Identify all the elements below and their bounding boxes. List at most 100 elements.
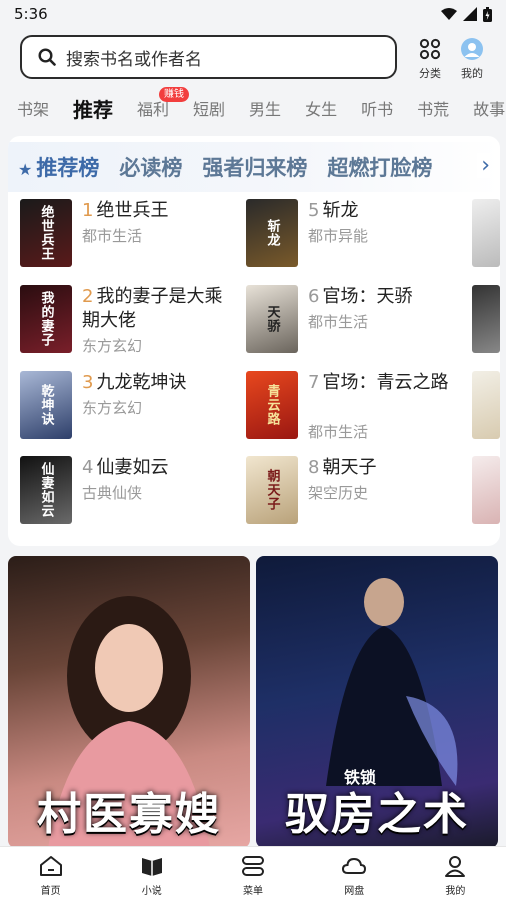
featured-book-1[interactable]: 村医寡嫂 [8,556,250,848]
status-icons [441,6,492,22]
rank-tab-recommend[interactable]: ★ 推荐榜 [18,152,99,182]
book-genre: 架空历史 [308,484,369,502]
user-icon [445,856,466,877]
rank-book-5[interactable]: 斩龙 5 斩龙 都市异能 [246,199,476,269]
nav-home[interactable]: 首页 [0,847,101,900]
partial-book-cover[interactable] [472,456,500,524]
nav-cloud[interactable]: 网盘 [304,847,405,900]
book-genre: 都市生活 [82,227,143,245]
book-title: 2 我的妻子是大乘期大佬 [82,285,232,333]
book-title: 5 斩龙 [308,199,458,223]
rank-number: 4 [82,457,94,478]
book-title: 4 仙妻如云 [82,456,232,480]
nav-label: 小说 [141,886,162,897]
tab-book-shortage[interactable]: 书荒 [417,96,449,120]
battery-icon [483,6,492,22]
partial-book-cover[interactable] [472,285,500,353]
profile-label: 我的 [461,67,483,80]
rank-book-1[interactable]: 绝世兵王 1 绝世兵王 都市生活 [20,199,250,269]
nav-novel[interactable]: 小说 [101,847,202,900]
rank-book-6[interactable]: 天骄 6 官场：天骄 都市生活 [246,285,476,355]
book-cover: 斩龙 [246,199,298,267]
book-genre: 东方玄幻 [82,399,143,417]
book-cover: 我的妻子 [20,285,72,353]
book-title-text: 九龙乾坤诀 [96,372,187,393]
signal-icon [463,7,477,21]
book-cover: 青云路 [246,371,298,439]
cover-title: 青云路 [264,384,280,426]
rank-tab-label: 推荐榜 [36,156,100,180]
tab-welfare-label: 福利 [137,100,170,119]
nav-profile[interactable]: 我的 [405,847,506,900]
rank-book-8[interactable]: 朝天子 8 朝天子 架空历史 [246,456,476,526]
book-cover: 绝世兵王 [20,199,72,267]
ranking-tabs: ★ 推荐榜 必读榜 强者归来榜 超燃打脸榜 › [8,142,500,192]
category-label: 分类 [419,67,441,80]
partial-book-cover[interactable] [472,199,500,267]
category-button[interactable]: 分类 [410,38,450,81]
chevron-right-icon[interactable]: › [477,153,490,178]
book-cover: 仙妻如云 [20,456,72,524]
star-icon: ★ [18,160,33,179]
book-icon [141,858,162,876]
tab-audiobook[interactable]: 听书 [361,96,393,120]
menu-icon [242,856,264,876]
book-title: 8 朝天子 [308,456,458,480]
status-time: 5:36 [14,5,48,23]
book-cover: 朝天子 [246,456,298,524]
cover-title: 天骄 [264,305,280,333]
cover-title: 仙妻如云 [38,462,54,518]
nav-label: 菜单 [243,886,263,897]
search-row: 搜索书名或作者名 分类 我的 [20,34,490,80]
book-title-text: 官场：天骄 [322,286,413,307]
status-bar: 5:36 [0,0,506,28]
tab-recommend[interactable]: 推荐 [73,94,113,123]
book-genre: 都市生活 [308,313,369,331]
partial-book-cover[interactable] [472,371,500,439]
search-input[interactable]: 搜索书名或作者名 [20,35,397,79]
featured-book-2[interactable]: 铁锁 驭房之术 [256,556,498,848]
search-icon [38,48,56,66]
rank-number: 7 [308,372,320,393]
tab-short-drama[interactable]: 短剧 [193,96,225,120]
wifi-icon [441,8,457,20]
tab-bookshelf[interactable]: 书架 [17,96,49,120]
rank-number: 6 [308,286,320,307]
ranking-card: ★ 推荐榜 必读榜 强者归来榜 超燃打脸榜 › 绝世兵王 1 绝世兵王 都市生活 我… [8,136,500,546]
book-title: 6 官场：天骄 [308,285,458,309]
book-genre: 古典仙侠 [82,484,143,502]
book-title-text: 仙妻如云 [96,457,169,478]
featured-title: 村医寡嫂 [37,789,221,840]
book-cover: 天骄 [246,285,298,353]
book-title-text: 朝天子 [322,457,377,478]
featured-title: 驭房之术 [285,789,469,840]
nav-label: 我的 [445,886,466,897]
rank-book-3[interactable]: 乾坤诀 3 九龙乾坤诀 东方玄幻 [20,371,250,441]
home-icon [39,856,62,876]
profile-button[interactable]: 我的 [452,38,492,81]
tab-male[interactable]: 男生 [249,96,281,120]
rank-number: 1 [82,200,94,221]
book-title-text: 斩龙 [322,200,359,221]
tab-welfare[interactable]: 福利 赚钱 [137,87,190,120]
avatar [461,38,483,60]
tab-story[interactable]: 故事 [473,96,505,120]
book-title: 1 绝世兵王 [82,199,232,223]
book-title: 3 九龙乾坤诀 [82,371,232,395]
nav-label: 网盘 [344,886,365,897]
rank-tab-must-read[interactable]: 必读榜 [119,152,182,182]
cover-title: 绝世兵王 [38,205,54,261]
book-genre: 东方玄幻 [82,337,143,355]
rank-book-2[interactable]: 我的妻子 2 我的妻子是大乘期大佬 东方玄幻 [20,285,250,355]
bottom-nav: 首页 小说 菜单 网盘 我的 [0,846,506,900]
rank-tab-face-slap[interactable]: 超燃打脸榜 [327,152,432,182]
nav-menu[interactable]: 菜单 [202,847,303,900]
book-title-text: 绝世兵王 [96,200,169,221]
rank-tab-strong-return[interactable]: 强者归来榜 [202,152,307,182]
rank-book-7[interactable]: 青云路 7 官场：青云之路 都市生活 [246,371,476,441]
cover-title: 斩龙 [264,219,280,247]
tab-female[interactable]: 女生 [305,96,337,120]
rank-book-4[interactable]: 仙妻如云 4 仙妻如云 古典仙侠 [20,456,250,526]
cover-title: 乾坤诀 [38,384,54,426]
book-title-text: 官场：青云之路 [322,372,449,393]
